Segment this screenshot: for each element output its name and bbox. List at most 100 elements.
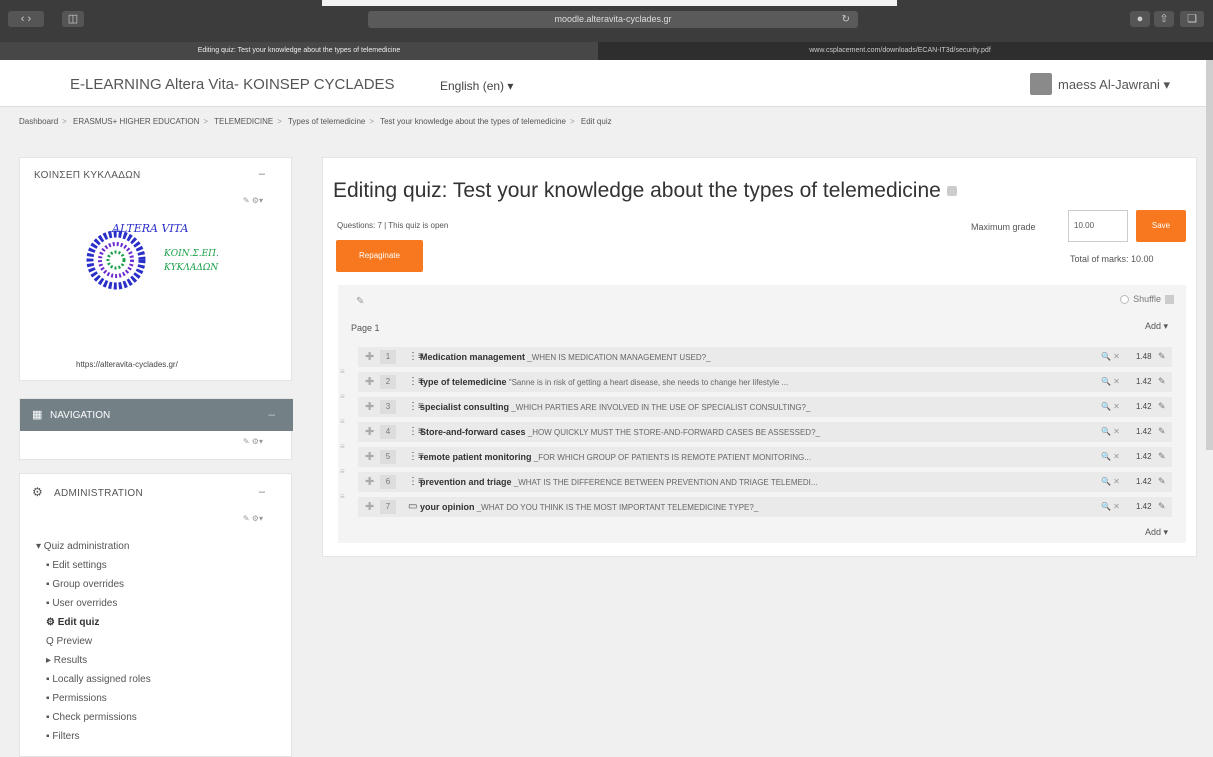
site-title[interactable]: E-LEARNING Altera Vita- KOINSEP CYCLADES bbox=[70, 76, 395, 93]
address-bar[interactable]: moodle.alteravita-cyclades.gr ↻ bbox=[368, 11, 858, 28]
question-mark[interactable]: 1.48 bbox=[1136, 352, 1152, 361]
question-name[interactable]: prevention and triage bbox=[420, 477, 512, 487]
collapse-icon[interactable]: – bbox=[259, 486, 265, 498]
max-grade-input[interactable]: 10.00 bbox=[1068, 210, 1128, 242]
move-icon[interactable]: ✚ bbox=[365, 425, 374, 438]
edit-settings-link[interactable]: ▪ Edit settings bbox=[36, 556, 151, 575]
question-name[interactable]: Store-and-forward cases bbox=[420, 427, 526, 437]
question-name[interactable]: remote patient monitoring bbox=[420, 452, 532, 462]
sidebar-toggle-icon[interactable]: ◫ bbox=[62, 11, 84, 27]
extension-icon[interactable]: ● bbox=[1130, 11, 1150, 27]
question-name[interactable]: specialist consulting bbox=[420, 402, 509, 412]
site-url-link[interactable]: https://alteravita-cyclades.gr/ bbox=[76, 360, 178, 369]
shuffle-toggle[interactable]: Shuffle bbox=[1120, 294, 1174, 305]
user-menu[interactable]: maess Al-Jawrani ▾ bbox=[1058, 77, 1170, 93]
question-mark[interactable]: 1.42 bbox=[1136, 452, 1152, 461]
page-break-icon[interactable]: ≡ bbox=[340, 492, 345, 501]
question-text[interactable]: type of telemedicine "Sanne is in risk o… bbox=[420, 377, 1040, 387]
question-number: 1 bbox=[380, 350, 396, 364]
question-text[interactable]: Medication management _WHEN IS MEDICATIO… bbox=[420, 352, 1040, 362]
language-menu[interactable]: English (en) ▾ bbox=[440, 79, 513, 93]
add-menu[interactable]: Add ▾ bbox=[1145, 321, 1168, 332]
avatar[interactable] bbox=[1030, 73, 1052, 95]
preview-delete-icons[interactable]: 🔍 ✕ bbox=[1101, 452, 1120, 461]
group-overrides-link[interactable]: ▪ Group overrides bbox=[36, 575, 151, 594]
results-node[interactable]: ▸ Results bbox=[36, 651, 151, 670]
question-mark[interactable]: 1.42 bbox=[1136, 402, 1152, 411]
page-break-icon[interactable]: ≡ bbox=[340, 367, 345, 376]
collapse-icon[interactable]: – bbox=[268, 407, 275, 421]
edit-section-icon[interactable]: ✎ bbox=[356, 296, 364, 307]
filters-link[interactable]: ▪ Filters bbox=[36, 727, 151, 746]
scrollbar[interactable] bbox=[1206, 60, 1213, 450]
gears-icon: ⚙ bbox=[32, 485, 43, 499]
question-text[interactable]: specialist consulting _WHICH PARTIES ARE… bbox=[420, 402, 1040, 412]
repaginate-button[interactable]: Repaginate bbox=[336, 240, 423, 272]
move-icon[interactable]: ✚ bbox=[365, 450, 374, 463]
preview-delete-icons[interactable]: 🔍 ✕ bbox=[1101, 502, 1120, 511]
edit-mark-icon[interactable]: ✎ bbox=[1158, 476, 1166, 487]
page-break-icon[interactable]: ≡ bbox=[340, 417, 345, 426]
quiz-administration-node[interactable]: ▾ Quiz administration bbox=[36, 537, 151, 556]
question-mark[interactable]: 1.42 bbox=[1136, 502, 1152, 511]
question-mark[interactable]: 1.42 bbox=[1136, 377, 1152, 386]
move-icon[interactable]: ✚ bbox=[365, 350, 374, 363]
question-name[interactable]: your opinion bbox=[420, 502, 475, 512]
edit-mark-icon[interactable]: ✎ bbox=[1158, 451, 1166, 462]
question-text[interactable]: prevention and triage _WHAT IS THE DIFFE… bbox=[420, 477, 1040, 487]
question-text[interactable]: Store-and-forward cases _HOW QUICKLY MUS… bbox=[420, 427, 1040, 437]
move-icon[interactable]: ✚ bbox=[365, 500, 374, 513]
permissions-link[interactable]: ▪ Permissions bbox=[36, 689, 151, 708]
page-break-icon[interactable]: ≡ bbox=[340, 392, 345, 401]
question-mark[interactable]: 1.42 bbox=[1136, 427, 1152, 436]
breadcrumb-erasmus[interactable]: ERASMUS+ HIGHER EDUCATION bbox=[73, 117, 199, 126]
move-icon[interactable]: ✚ bbox=[365, 375, 374, 388]
reload-icon[interactable]: ↻ bbox=[842, 11, 850, 28]
save-button[interactable]: Save bbox=[1136, 210, 1186, 242]
share-icon[interactable]: ⇧ bbox=[1154, 11, 1174, 27]
help-icon[interactable] bbox=[946, 186, 957, 197]
page-break-icon[interactable]: ≡ bbox=[340, 442, 345, 451]
collapse-icon[interactable]: – bbox=[259, 168, 265, 180]
question-mark[interactable]: 1.42 bbox=[1136, 477, 1152, 486]
breadcrumb-quiz[interactable]: Test your knowledge about the types of t… bbox=[380, 117, 566, 126]
breadcrumb-types[interactable]: Types of telemedicine bbox=[288, 117, 365, 126]
edit-mark-icon[interactable]: ✎ bbox=[1158, 426, 1166, 437]
preview-delete-icons[interactable]: 🔍 ✕ bbox=[1101, 352, 1120, 361]
help-icon[interactable] bbox=[1165, 295, 1174, 305]
locally-assigned-roles-link[interactable]: ▪ Locally assigned roles bbox=[36, 670, 151, 689]
preview-delete-icons[interactable]: 🔍 ✕ bbox=[1101, 427, 1120, 436]
breadcrumb-edit-quiz[interactable]: Edit quiz bbox=[581, 117, 612, 126]
add-menu[interactable]: Add ▾ bbox=[1145, 527, 1168, 538]
user-overrides-link[interactable]: ▪ User overrides bbox=[36, 594, 151, 613]
tabs-icon[interactable]: ❏ bbox=[1180, 11, 1204, 27]
move-icon[interactable]: ✚ bbox=[365, 400, 374, 413]
move-icon[interactable]: ✚ bbox=[365, 475, 374, 488]
tab-pdf[interactable]: www.csplacement.com/downloads/ECAN-IT3d/… bbox=[600, 42, 1200, 60]
tab-editing-quiz[interactable]: Editing quiz: Test your knowledge about … bbox=[0, 42, 598, 60]
page-break-icon[interactable]: ≡ bbox=[340, 467, 345, 476]
breadcrumb-telemedicine[interactable]: TELEMEDICINE bbox=[214, 117, 273, 126]
question-name[interactable]: Medication management bbox=[420, 352, 525, 362]
question-text[interactable]: remote patient monitoring _FOR WHICH GRO… bbox=[420, 452, 1040, 462]
shuffle-checkbox[interactable] bbox=[1120, 295, 1130, 305]
question-name[interactable]: type of telemedicine bbox=[420, 377, 507, 387]
question-text[interactable]: your opinion _WHAT DO YOU THINK IS THE M… bbox=[420, 502, 1040, 512]
block-actions-icon[interactable]: ✎ ⚙▾ bbox=[243, 514, 263, 523]
edit-mark-icon[interactable]: ✎ bbox=[1158, 376, 1166, 387]
block-actions-icon[interactable]: ✎ ⚙▾ bbox=[243, 196, 263, 205]
edit-quiz-link[interactable]: ⚙ Edit quiz bbox=[36, 613, 151, 632]
edit-mark-icon[interactable]: ✎ bbox=[1158, 501, 1166, 512]
block-actions-icon[interactable]: ✎ ⚙▾ bbox=[243, 437, 263, 446]
administration-block: ADMINISTRATION ⚙ – ✎ ⚙▾ ▾ Quiz administr… bbox=[19, 473, 292, 757]
check-permissions-link[interactable]: ▪ Check permissions bbox=[36, 708, 151, 727]
breadcrumb-dashboard[interactable]: Dashboard bbox=[19, 117, 58, 126]
preview-delete-icons[interactable]: 🔍 ✕ bbox=[1101, 402, 1120, 411]
edit-mark-icon[interactable]: ✎ bbox=[1158, 401, 1166, 412]
edit-mark-icon[interactable]: ✎ bbox=[1158, 351, 1166, 362]
navigation-header[interactable]: ▦ NAVIGATION – bbox=[20, 399, 293, 431]
preview-link[interactable]: Q Preview bbox=[36, 632, 151, 651]
preview-delete-icons[interactable]: 🔍 ✕ bbox=[1101, 477, 1120, 486]
preview-delete-icons[interactable]: 🔍 ✕ bbox=[1101, 377, 1120, 386]
back-forward-buttons[interactable]: ‹ › bbox=[8, 11, 44, 27]
